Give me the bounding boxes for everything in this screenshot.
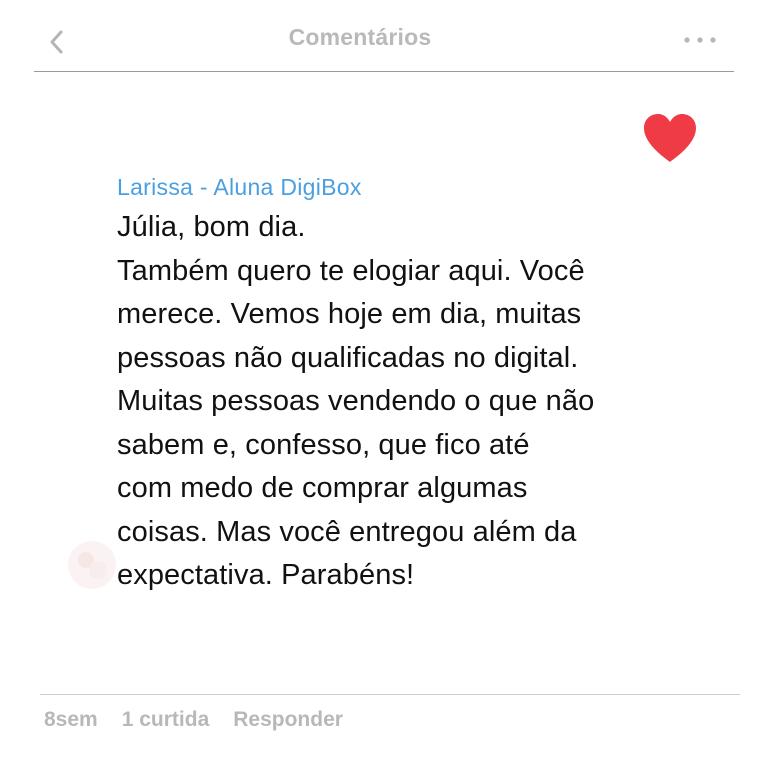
page-title: Comentários — [288, 24, 432, 50]
header-divider — [34, 71, 734, 72]
footer-divider — [40, 694, 740, 695]
comment-line: Também quero te elogiar aqui. Você — [117, 254, 585, 287]
comment-line: Júlia, bom dia. — [117, 211, 306, 243]
comment-timestamp: 8sem — [44, 708, 98, 731]
comment-body: Larissa - Aluna DigiBox Júlia, bom dia. … — [117, 170, 697, 598]
comment-author[interactable]: Larissa - Aluna DigiBox — [117, 170, 697, 204]
comment-line: expectativa. Parabéns! — [117, 559, 415, 591]
comment-line: Muitas pessoas vendendo o que não — [117, 385, 595, 417]
comment-actions: 8sem 1 curtida Responder — [44, 708, 343, 732]
avatar-image — [68, 541, 116, 589]
comment-line: merece. Vemos hoje em dia, muitas — [117, 298, 582, 330]
heart-icon[interactable] — [640, 112, 700, 164]
reply-button[interactable]: Responder — [233, 708, 343, 732]
likes-count-link[interactable]: 1 curtida — [122, 708, 210, 732]
comment-line: pessoas não qualificadas no digital. — [117, 341, 579, 374]
comment-line: coisas. Mas você entregou além da — [117, 515, 577, 548]
comment-line: com medo de comprar algumas — [117, 472, 528, 504]
more-horizontal-icon[interactable] — [680, 30, 720, 50]
comment-line: sabem e, confesso, que fico até — [117, 428, 530, 461]
top-bar: Comentários — [0, 0, 768, 72]
